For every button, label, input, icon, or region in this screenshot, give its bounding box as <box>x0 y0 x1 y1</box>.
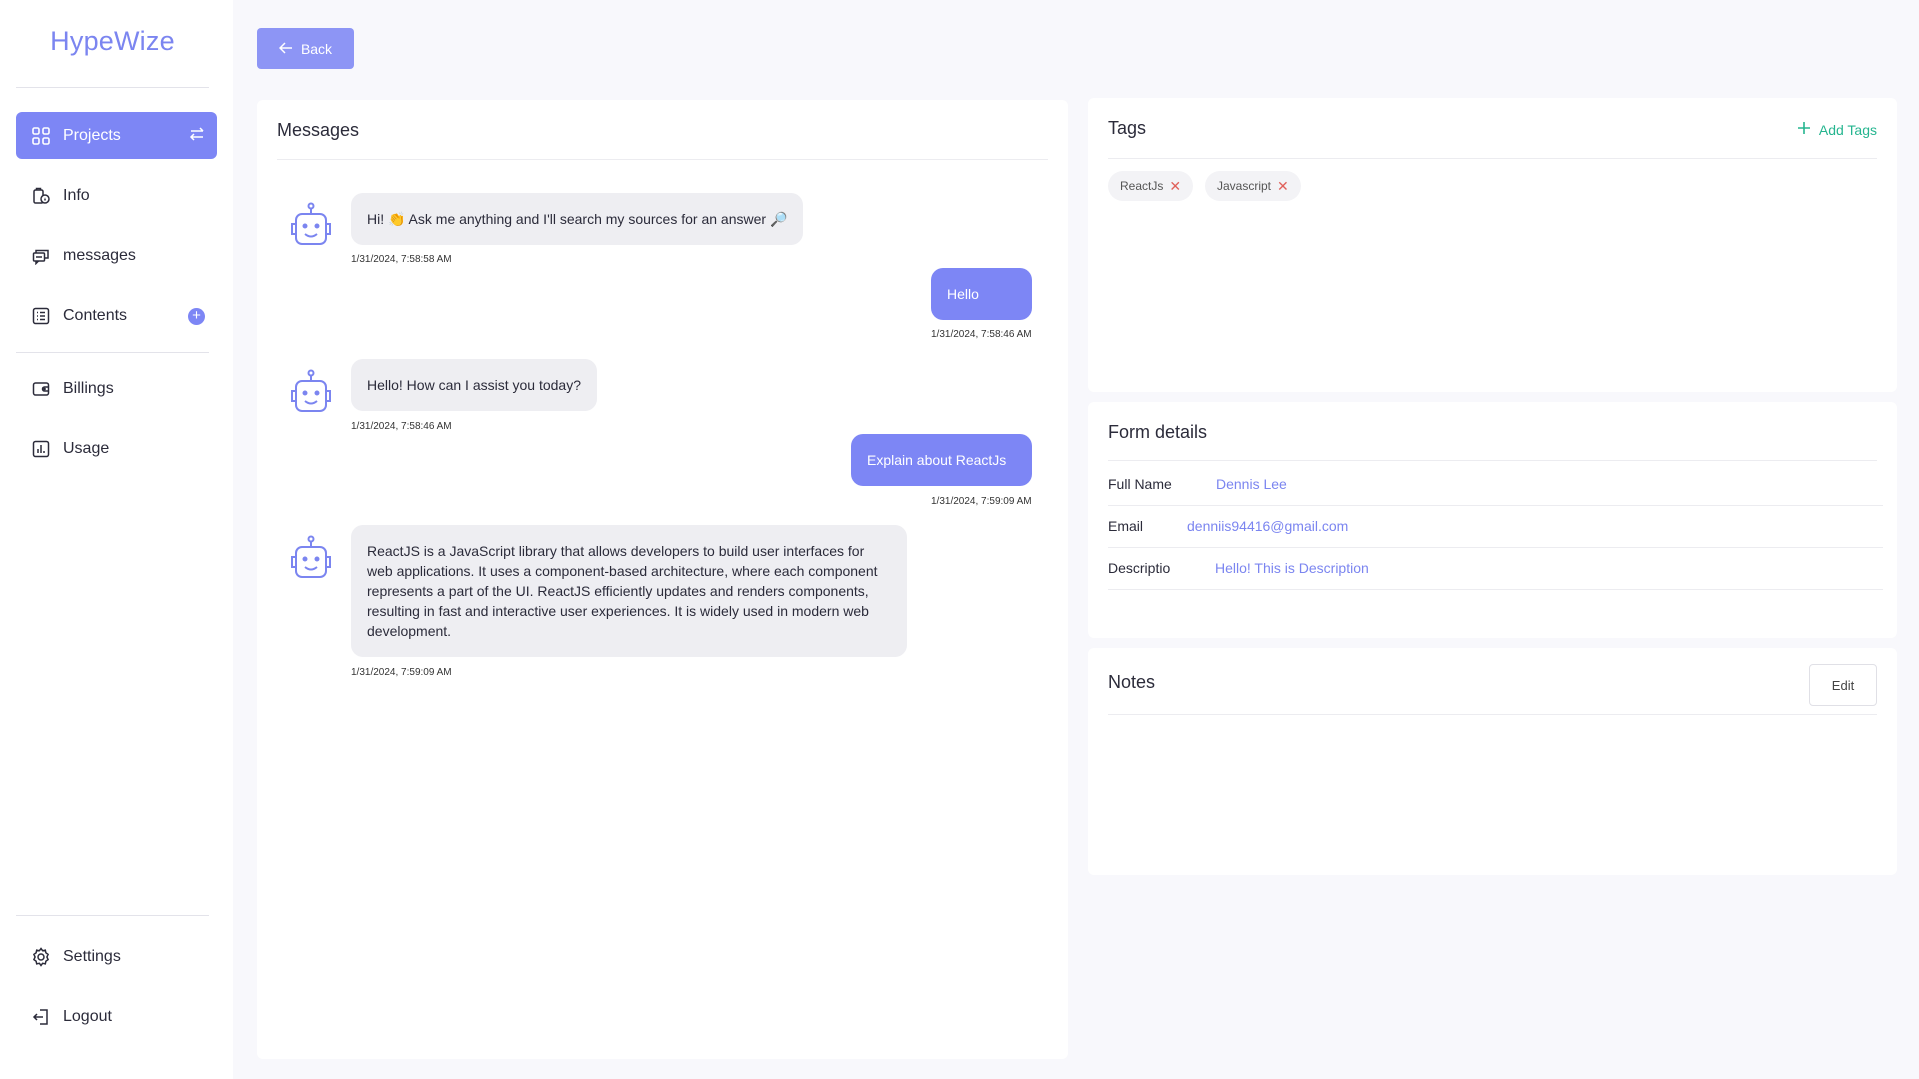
message-timestamp: 1/31/2024, 7:58:46 AM <box>351 421 452 432</box>
info-badge-icon <box>31 186 51 206</box>
sidebar-divider <box>16 352 209 353</box>
sidebar-item-label: Settings <box>63 947 121 965</box>
sidebar: HypeWize Projects Info messages Contents… <box>0 0 233 1079</box>
gear-icon <box>31 946 51 967</box>
message-bubble-bot: ReactJS is a JavaScript library that all… <box>351 525 907 657</box>
form-details-panel: Form details Full Name Dennis Lee Email … <box>1088 402 1897 638</box>
add-tags-label: Add Tags <box>1818 121 1877 138</box>
form-row-full-name: Full Name Dennis Lee <box>1108 464 1883 506</box>
form-row-email: Email denniis94416@gmail.com <box>1108 506 1883 548</box>
tag-label: Javascript <box>1217 179 1272 193</box>
chat-icon <box>31 246 51 266</box>
bar-chart-icon <box>31 439 51 459</box>
tag-chip: ReactJs ✕ <box>1108 171 1194 201</box>
messages-panel: Messages Hi! 👏 Ask me anything and I'll … <box>257 100 1068 1059</box>
sidebar-item-projects[interactable]: Projects <box>16 112 217 159</box>
message-timestamp: 1/31/2024, 7:59:09 AM <box>931 496 1032 507</box>
form-label: Full Name <box>1108 476 1172 492</box>
message-timestamp: 1/31/2024, 7:59:09 AM <box>351 667 452 678</box>
messages-title: Messages <box>277 120 360 140</box>
notes-title: Notes <box>1108 672 1156 692</box>
wallet-icon <box>31 379 51 399</box>
notes-panel: Notes Edit <box>1088 648 1897 875</box>
sidebar-item-logout[interactable]: Logout <box>16 993 217 1040</box>
tag-chip: Javascript ✕ <box>1205 171 1301 201</box>
add-content-icon[interactable]: + <box>188 308 205 325</box>
bot-avatar-icon <box>287 535 335 581</box>
sidebar-divider <box>16 87 209 88</box>
form-label: Email <box>1108 518 1144 534</box>
grid-icon <box>31 126 51 146</box>
arrow-left-icon <box>278 41 293 57</box>
sidebar-item-label: Projects <box>63 126 121 144</box>
edit-notes-button[interactable]: Edit <box>1809 664 1877 706</box>
swap-icon[interactable] <box>189 126 205 147</box>
sidebar-item-messages[interactable]: messages <box>16 232 217 279</box>
tags-title: Tags <box>1108 118 1147 138</box>
messages-divider <box>277 159 1048 160</box>
form-value: Dennis Lee <box>1216 476 1287 492</box>
back-button-label: Back <box>300 40 333 57</box>
add-tags-button[interactable]: Add Tags <box>1797 121 1877 138</box>
sidebar-item-info[interactable]: Info <box>16 172 217 219</box>
close-icon[interactable]: ✕ <box>1277 178 1289 195</box>
form-row-description: Descriptio Hello! This is Description <box>1108 548 1883 590</box>
tags-panel: Tags Add Tags ReactJs ✕ Javascript ✕ <box>1088 98 1897 392</box>
sidebar-item-label: Billings <box>63 379 114 397</box>
sidebar-item-usage[interactable]: Usage <box>16 425 217 472</box>
message-timestamp: 1/31/2024, 7:58:58 AM <box>351 254 452 265</box>
message-bubble-bot: Hi! 👏 Ask me anything and I'll search my… <box>351 193 804 245</box>
bot-avatar-icon <box>287 202 335 248</box>
sidebar-item-label: Usage <box>63 439 110 457</box>
message-timestamp: 1/31/2024, 7:58:46 AM <box>931 329 1032 340</box>
bot-avatar-icon <box>287 369 335 415</box>
tags-divider <box>1108 158 1877 159</box>
form-value: Hello! This is Description <box>1215 560 1369 576</box>
brand-logo[interactable]: HypeWize <box>0 26 225 57</box>
back-button[interactable]: Back <box>257 28 354 69</box>
sidebar-item-label: Contents <box>63 306 128 324</box>
message-bubble-user: Explain about ReactJs <box>851 434 1032 486</box>
sidebar-item-label: Info <box>63 186 90 204</box>
plus-icon <box>1797 121 1811 138</box>
notes-divider <box>1108 714 1877 715</box>
sidebar-item-settings[interactable]: Settings <box>16 933 217 980</box>
form-value: denniis94416@gmail.com <box>1187 518 1349 534</box>
form-label: Descriptio <box>1108 560 1171 576</box>
message-bubble-user: Hello <box>931 268 1032 320</box>
tag-label: ReactJs <box>1120 179 1164 193</box>
sidebar-item-contents[interactable]: Contents + <box>16 292 217 339</box>
list-icon <box>31 306 51 326</box>
sidebar-item-label: messages <box>63 246 136 264</box>
message-bubble-bot: Hello! How can I assist you today? <box>351 359 597 411</box>
sidebar-item-label: Logout <box>63 1007 112 1025</box>
row-divider <box>1108 589 1883 590</box>
close-icon[interactable]: ✕ <box>1169 178 1181 195</box>
sidebar-divider <box>16 915 209 916</box>
form-details-title: Form details <box>1108 422 1208 442</box>
form-divider <box>1108 460 1877 461</box>
logout-icon <box>31 1007 51 1027</box>
sidebar-item-billings[interactable]: Billings <box>16 365 217 412</box>
